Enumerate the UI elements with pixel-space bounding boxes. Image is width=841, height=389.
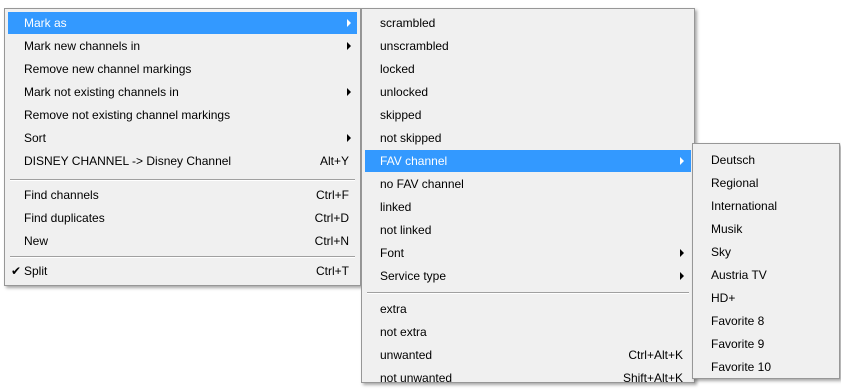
menu-item-skipped[interactable]: skipped <box>365 104 691 126</box>
menu-item-label: Sort <box>24 131 47 145</box>
submenu-arrow-icon <box>347 19 351 27</box>
menu-item-fav-austria-tv[interactable]: Austria TV <box>696 264 836 286</box>
menu-item-linked[interactable]: linked <box>365 196 691 218</box>
menu-item-shortcut: Ctrl+Alt+K <box>628 348 683 362</box>
menu-item-fav-favorite-9[interactable]: Favorite 9 <box>696 333 836 355</box>
menu-item-label: Mark as <box>24 16 67 30</box>
menu-item-label: Remove not existing channel markings <box>24 108 231 122</box>
menu-item-fav-favorite-10[interactable]: Favorite 10 <box>696 356 836 378</box>
menu-item-label: Mark new channels in <box>24 39 141 53</box>
menu-item-remove-new-channel-markings[interactable]: Remove new channel markings <box>8 58 357 80</box>
menu-item-label: Font <box>380 246 405 260</box>
menu-item-find-channels[interactable]: Find channels Ctrl+F <box>8 184 357 206</box>
menu-separator <box>10 256 355 258</box>
menu-item-mark-as[interactable]: Mark as <box>8 12 357 34</box>
menu-item-shortcut: Alt+Y <box>319 154 349 168</box>
menu-item-label: Service type <box>380 269 447 283</box>
menu-item-remove-not-existing-channel-markings[interactable]: Remove not existing channel markings <box>8 104 357 126</box>
menu-item-not-extra[interactable]: not extra <box>365 321 691 343</box>
menu-item-label: Split <box>24 264 48 278</box>
menu-item-label: Austria TV <box>711 268 767 282</box>
submenu-arrow-icon <box>347 134 351 142</box>
menu-item-label: Mark not existing channels in <box>24 85 179 99</box>
menu-item-label: Remove new channel markings <box>24 62 192 76</box>
menu-item-locked[interactable]: locked <box>365 58 691 80</box>
menu-item-label: locked <box>380 62 415 76</box>
menu-item-fav-musik[interactable]: Musik <box>696 218 836 240</box>
menu-item-shortcut: Ctrl+F <box>316 188 349 202</box>
menu-item-not-unwanted[interactable]: not unwanted Shift+Alt+K <box>365 367 691 389</box>
menu-item-sort[interactable]: Sort <box>8 127 357 149</box>
menu-item-unlocked[interactable]: unlocked <box>365 81 691 103</box>
menu-item-label: Regional <box>711 176 759 190</box>
menu-item-label: not linked <box>380 223 432 237</box>
menu-item-label: HD+ <box>711 291 736 305</box>
menu-item-fav-international[interactable]: International <box>696 195 836 217</box>
menu-item-no-fav-channel[interactable]: no FAV channel <box>365 173 691 195</box>
menu-item-font[interactable]: Font <box>365 242 691 264</box>
menu-item-label: skipped <box>380 108 422 122</box>
menu-item-shortcut: Ctrl+D <box>314 211 349 225</box>
menu-item-label: extra <box>380 302 407 316</box>
menu-item-fav-channel[interactable]: FAV channel <box>365 150 691 172</box>
submenu-arrow-icon <box>680 249 684 257</box>
submenu-fav-channel: Deutsch Regional International Musik Sky… <box>692 143 840 379</box>
menu-item-scrambled[interactable]: scrambled <box>365 12 691 34</box>
menu-item-shortcut: Shift+Alt+K <box>622 371 683 385</box>
menu-item-label: FAV channel <box>380 154 448 168</box>
menu-item-unscrambled[interactable]: unscrambled <box>365 35 691 57</box>
menu-separator <box>367 292 689 294</box>
menu-item-label: DISNEY CHANNEL -> Disney Channel <box>24 154 232 168</box>
menu-item-not-linked[interactable]: not linked <box>365 219 691 241</box>
menu-item-label: Find duplicates <box>24 211 105 225</box>
menu-separator <box>10 179 355 181</box>
menu-item-shortcut: Ctrl+T <box>316 264 349 278</box>
menu-item-label: unwanted <box>380 348 433 362</box>
menu-item-label: International <box>711 199 778 213</box>
menu-item-label: unscrambled <box>380 39 449 53</box>
menu-item-label: not extra <box>380 325 427 339</box>
menu-item-not-skipped[interactable]: not skipped <box>365 127 691 149</box>
menu-item-new[interactable]: New Ctrl+N <box>8 230 357 252</box>
menu-item-label: no FAV channel <box>380 177 464 191</box>
menu-item-find-duplicates[interactable]: Find duplicates Ctrl+D <box>8 207 357 229</box>
menu-item-split[interactable]: ✔ Split Ctrl+T <box>8 260 357 282</box>
menu-item-fav-favorite-8[interactable]: Favorite 8 <box>696 310 836 332</box>
menu-item-extra[interactable]: extra <box>365 298 691 320</box>
menu-item-label: Favorite 9 <box>711 337 765 351</box>
submenu-mark-as: scrambled unscrambled locked unlocked sk… <box>361 8 695 385</box>
menu-item-label: linked <box>380 200 412 214</box>
submenu-arrow-icon <box>680 272 684 280</box>
menu-item-mark-new-channels-in[interactable]: Mark new channels in <box>8 35 357 57</box>
menu-item-mark-not-existing-channels-in[interactable]: Mark not existing channels in <box>8 81 357 103</box>
menu-item-label: scrambled <box>380 16 436 30</box>
menu-item-label: Find channels <box>24 188 99 202</box>
submenu-arrow-icon <box>347 88 351 96</box>
menu-item-label: Musik <box>711 222 743 236</box>
menu-item-label: New <box>24 234 49 248</box>
menu-item-fav-deutsch[interactable]: Deutsch <box>696 149 836 171</box>
menu-item-fav-regional[interactable]: Regional <box>696 172 836 194</box>
menu-item-label: not unwanted <box>380 371 453 385</box>
submenu-arrow-icon <box>680 157 684 165</box>
context-menu-main: Mark as Mark new channels in Remove new … <box>4 8 361 286</box>
menu-item-unwanted[interactable]: unwanted Ctrl+Alt+K <box>365 344 691 366</box>
menu-item-label: Favorite 8 <box>711 314 765 328</box>
submenu-arrow-icon <box>347 42 351 50</box>
menu-item-service-type[interactable]: Service type <box>365 265 691 287</box>
menu-item-shortcut: Ctrl+N <box>314 234 349 248</box>
menu-item-fav-hd-plus[interactable]: HD+ <box>696 287 836 309</box>
menu-item-label: unlocked <box>380 85 429 99</box>
menu-item-label: Sky <box>711 245 732 259</box>
menu-item-label: Favorite 10 <box>711 360 772 374</box>
menu-item-label: Deutsch <box>711 153 756 167</box>
menu-item-rename-disney-channel[interactable]: DISNEY CHANNEL -> Disney Channel Alt+Y <box>8 150 357 172</box>
menu-item-label: not skipped <box>380 131 442 145</box>
checkmark-icon: ✔ <box>11 264 22 278</box>
menu-item-fav-sky[interactable]: Sky <box>696 241 836 263</box>
